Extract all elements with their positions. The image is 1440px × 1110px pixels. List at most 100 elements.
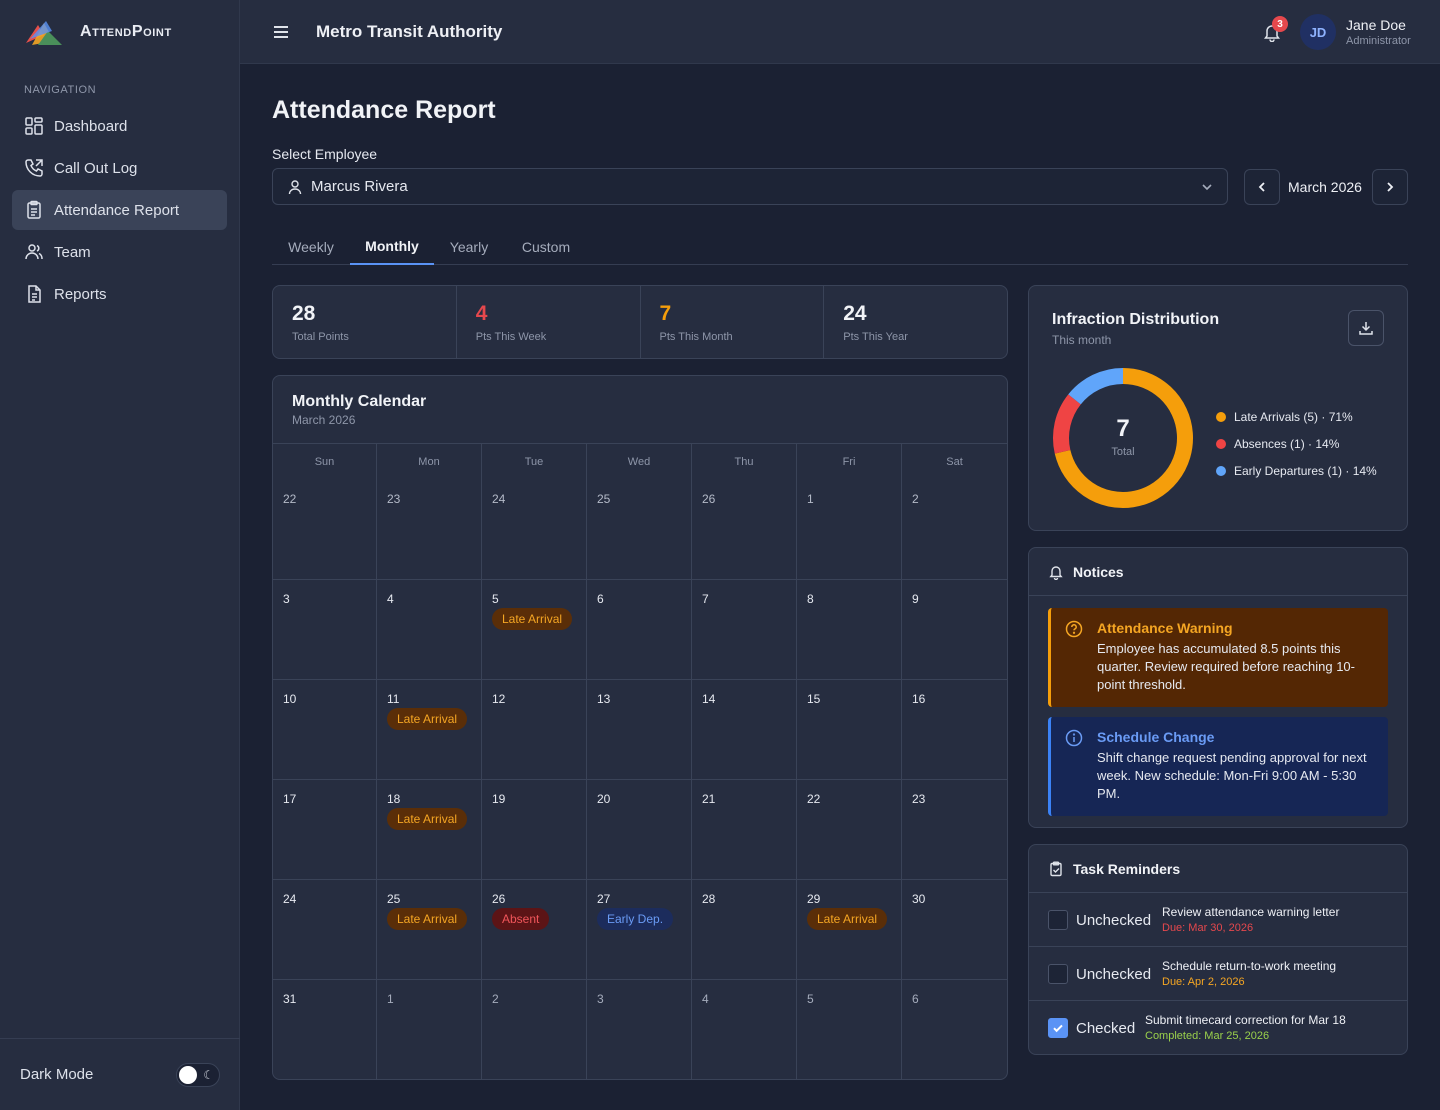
calendar-event-tag[interactable]: Absent <box>492 908 550 930</box>
calendar-day[interactable]: 19 <box>482 780 587 880</box>
brand[interactable]: AttendPoint <box>0 0 239 64</box>
dark-mode-toggle[interactable]: ☾ <box>176 1062 220 1087</box>
stat-pts-this-week: 4 Pts This Week <box>457 286 641 358</box>
sidebar-item-label: Dashboard <box>54 117 128 135</box>
calendar-day-number: 1 <box>387 992 394 1006</box>
calendar-day[interactable]: 25 <box>587 480 692 580</box>
calendar-event-tag[interactable]: Late Arrival <box>807 908 888 930</box>
calendar-day[interactable]: 8 <box>797 580 902 680</box>
calendar-day[interactable]: 31 <box>273 980 377 1079</box>
calendar-event-tag[interactable]: Late Arrival <box>387 908 468 930</box>
download-icon <box>1359 322 1373 335</box>
calendar-day[interactable]: 20 <box>587 780 692 880</box>
team-icon <box>24 242 44 262</box>
calendar-day-number: 7 <box>702 592 709 606</box>
calendar-day[interactable]: 1 <box>797 480 902 580</box>
calendar-day[interactable]: 24 <box>482 480 587 580</box>
sidebar-item-reports[interactable]: Reports <box>12 274 227 314</box>
calendar-day[interactable]: 23 <box>377 480 482 580</box>
calendar-day[interactable]: 30 <box>902 880 1007 980</box>
stat-value: 4 <box>475 302 488 325</box>
calendar-day[interactable]: 23 <box>902 780 1007 880</box>
calendar-event-tag[interactable]: Early Dep. <box>597 908 674 930</box>
sidebar-nav: Dashboard Call Out Log Attendance Report… <box>0 106 239 314</box>
calendar-event-tag[interactable]: Late Arrival <box>387 708 468 730</box>
task-checkbox[interactable] <box>1048 1018 1068 1038</box>
prev-month-button[interactable] <box>1244 169 1280 205</box>
calendar-day[interactable]: 13 <box>587 680 692 780</box>
calendar-day-number: 29 <box>807 892 821 906</box>
calendar-day[interactable]: 10 <box>273 680 377 780</box>
sidebar-item-dashboard[interactable]: Dashboard <box>12 106 227 146</box>
calendar-day[interactable]: 3 <box>587 980 692 1079</box>
calendar-day[interactable]: 22 <box>273 480 377 580</box>
calendar-day-number: 13 <box>597 692 611 706</box>
notice-schedule-change: Schedule Change Shift change request pen… <box>1048 717 1388 816</box>
avatar[interactable]: JD <box>1300 14 1336 50</box>
calendar-day[interactable]: 5 <box>797 980 902 1079</box>
sidebar-item-team[interactable]: Team <box>12 232 227 272</box>
calendar-day[interactable]: 21 <box>692 780 797 880</box>
calendar-day[interactable]: 12 <box>482 680 587 780</box>
chevron-down-icon <box>1202 184 1212 191</box>
legend-item-early-departures: Early Departures (1) · 14% <box>1216 457 1377 484</box>
calendar-day[interactable]: 2 <box>902 480 1007 580</box>
stat-label: Pts This Month <box>659 331 733 343</box>
calendar-day[interactable]: 27 Early Dep. <box>587 880 692 980</box>
calendar-day[interactable]: 4 <box>692 980 797 1079</box>
clipboard-icon <box>24 200 44 220</box>
calendar-day-number: 6 <box>597 592 604 606</box>
calendar-day[interactable]: 7 <box>692 580 797 680</box>
task-checkbox[interactable] <box>1048 910 1068 930</box>
period-tabs: Weekly Monthly Yearly Custom <box>272 228 1408 265</box>
calendar-event-tag[interactable]: Late Arrival <box>387 808 468 830</box>
calendar-day[interactable]: 11 Late Arrival <box>377 680 482 780</box>
calendar-day-number: 18 <box>387 792 401 806</box>
calendar-weekday: Fri <box>797 444 902 480</box>
calendar-day[interactable]: 5 Late Arrival <box>482 580 587 680</box>
tab-weekly[interactable]: Weekly <box>272 228 350 265</box>
calendar-day-number: 28 <box>702 892 716 906</box>
calendar-day[interactable]: 3 <box>273 580 377 680</box>
calendar-day[interactable]: 4 <box>377 580 482 680</box>
calendar-day[interactable]: 26 Absent <box>482 880 587 980</box>
calendar-day[interactable]: 18 Late Arrival <box>377 780 482 880</box>
phone-icon <box>24 158 44 178</box>
calendar-day[interactable]: 14 <box>692 680 797 780</box>
calendar-day[interactable]: 1 <box>377 980 482 1079</box>
calendar-day[interactable]: 9 <box>902 580 1007 680</box>
employee-select[interactable]: Marcus Rivera <box>272 168 1228 205</box>
task-due: Completed: Mar 25, 2026 <box>1145 1030 1270 1042</box>
download-button[interactable] <box>1348 310 1384 346</box>
tab-yearly[interactable]: Yearly <box>434 228 504 265</box>
calendar-day[interactable]: 17 <box>273 780 377 880</box>
task-checkbox[interactable] <box>1048 964 1068 984</box>
calendar-day[interactable]: 24 <box>273 880 377 980</box>
calendar-event-tag[interactable]: Late Arrival <box>492 608 573 630</box>
sidebar-item-call-out-log[interactable]: Call Out Log <box>12 148 227 188</box>
calendar-day-number: 21 <box>702 792 716 806</box>
check-icon <box>1053 1024 1063 1033</box>
calendar-day[interactable]: 16 <box>902 680 1007 780</box>
calendar-day[interactable]: 29 Late Arrival <box>797 880 902 980</box>
calendar-day[interactable]: 28 <box>692 880 797 980</box>
stat-value: 28 <box>292 302 316 325</box>
sidebar-item-attendance-report[interactable]: Attendance Report <box>12 190 227 230</box>
calendar-day-number: 19 <box>492 792 506 806</box>
tab-monthly[interactable]: Monthly <box>350 228 434 265</box>
chevron-left-icon <box>1258 182 1265 192</box>
menu-toggle-button[interactable] <box>274 25 290 38</box>
calendar-day[interactable]: 15 <box>797 680 902 780</box>
calendar-weekday: Sun <box>273 444 377 480</box>
tab-custom[interactable]: Custom <box>504 228 588 265</box>
calendar-day[interactable]: 26 <box>692 480 797 580</box>
calendar-day[interactable]: 6 <box>587 580 692 680</box>
calendar-day[interactable]: 22 <box>797 780 902 880</box>
calendar-day-number: 24 <box>283 892 297 906</box>
next-month-button[interactable] <box>1372 169 1408 205</box>
calendar-day[interactable]: 2 <box>482 980 587 1079</box>
calendar-day[interactable]: 6 <box>902 980 1007 1079</box>
sidebar: AttendPoint NAVIGATION Dashboard Call Ou… <box>0 0 240 1110</box>
calendar-day[interactable]: 25 Late Arrival <box>377 880 482 980</box>
task-item: Unchecked Schedule return-to-work meetin… <box>1029 947 1407 1001</box>
